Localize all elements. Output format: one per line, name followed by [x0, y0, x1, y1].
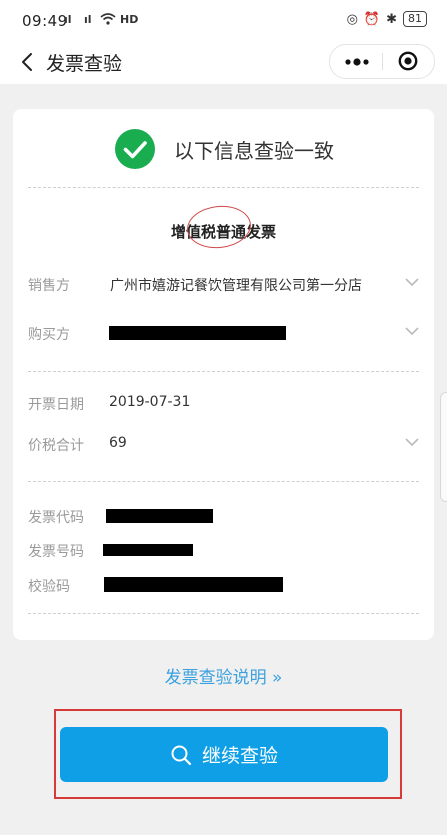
- chevron-down-icon[interactable]: [405, 277, 419, 287]
- field-row-total[interactable]: 价税合计 69: [28, 433, 419, 457]
- field-row-seller[interactable]: 销售方 广州市嬉游记餐饮管理有限公司第一分店: [28, 273, 419, 297]
- field-row-buyer[interactable]: 购买方: [28, 322, 419, 346]
- field-label: 发票号码: [28, 544, 84, 560]
- field-label: 购买方: [28, 327, 70, 343]
- continue-verify-button[interactable]: 继续查验: [60, 727, 388, 782]
- wifi-icon: [100, 13, 116, 25]
- signal-icon: ıl: [84, 13, 92, 26]
- signal-icon: ıl: [64, 13, 72, 26]
- status-time: 09:49: [22, 12, 68, 30]
- divider: [28, 613, 419, 614]
- result-card: 以下信息查验一致 增值税普通发票 销售方 广州市嬉游记餐饮管理有限公司第一分店 …: [13, 109, 434, 640]
- field-value: 69: [109, 435, 127, 451]
- search-icon: [171, 745, 192, 765]
- field-value: 2019-07-31: [109, 394, 191, 410]
- page-title: 发票查验: [46, 53, 123, 75]
- bluetooth-icon: ✱: [386, 11, 397, 27]
- success-check-icon: [115, 129, 155, 169]
- back-arrow-icon[interactable]: [17, 51, 39, 73]
- field-label: 发票代码: [28, 510, 84, 526]
- field-label: 开票日期: [28, 397, 84, 413]
- divider: [28, 481, 419, 482]
- network-type-label: HD: [120, 13, 139, 26]
- field-row-invoice-number: 发票号码: [28, 539, 419, 563]
- close-program-icon[interactable]: [398, 51, 418, 71]
- battery-indicator: 81: [403, 11, 427, 27]
- more-dots-icon[interactable]: [344, 58, 370, 66]
- field-value: 广州市嬉游记餐饮管理有限公司第一分店: [110, 278, 362, 294]
- field-row-invoice-code: 发票代码: [28, 505, 419, 529]
- verify-result-message: 以下信息查验一致: [174, 138, 334, 163]
- verification-help-link[interactable]: 发票查验说明 »: [0, 663, 447, 688]
- lock-rotation-icon: ◎: [346, 11, 358, 27]
- field-row-check-code: 校验码: [28, 574, 419, 598]
- mini-program-capsule: [329, 44, 435, 79]
- redacted-buyer-name: [109, 326, 286, 340]
- field-label: 销售方: [28, 278, 70, 294]
- nav-bar: 发票查验: [0, 40, 447, 84]
- annotation-circle: [184, 202, 254, 252]
- divider: [28, 187, 419, 188]
- chevron-down-icon[interactable]: [405, 326, 419, 336]
- status-bar: 09:49 ıl ıl HD ◎ ⏰ ✱ 81: [0, 0, 447, 40]
- redacted-check-code: [104, 577, 283, 592]
- field-label: 校验码: [28, 579, 70, 595]
- continue-verify-label: 继续查验: [201, 745, 278, 767]
- field-label: 价税合计: [28, 438, 84, 454]
- redacted-invoice-number: [103, 544, 193, 556]
- verify-result-header: 以下信息查验一致: [115, 129, 334, 169]
- scroll-handle[interactable]: [440, 392, 447, 502]
- chevron-down-icon[interactable]: [405, 437, 419, 447]
- field-row-issue-date: 开票日期 2019-07-31: [28, 392, 419, 416]
- capsule-divider: [382, 53, 383, 70]
- alarm-icon: ⏰: [363, 11, 381, 27]
- divider: [28, 371, 419, 372]
- redacted-invoice-code: [106, 509, 213, 523]
